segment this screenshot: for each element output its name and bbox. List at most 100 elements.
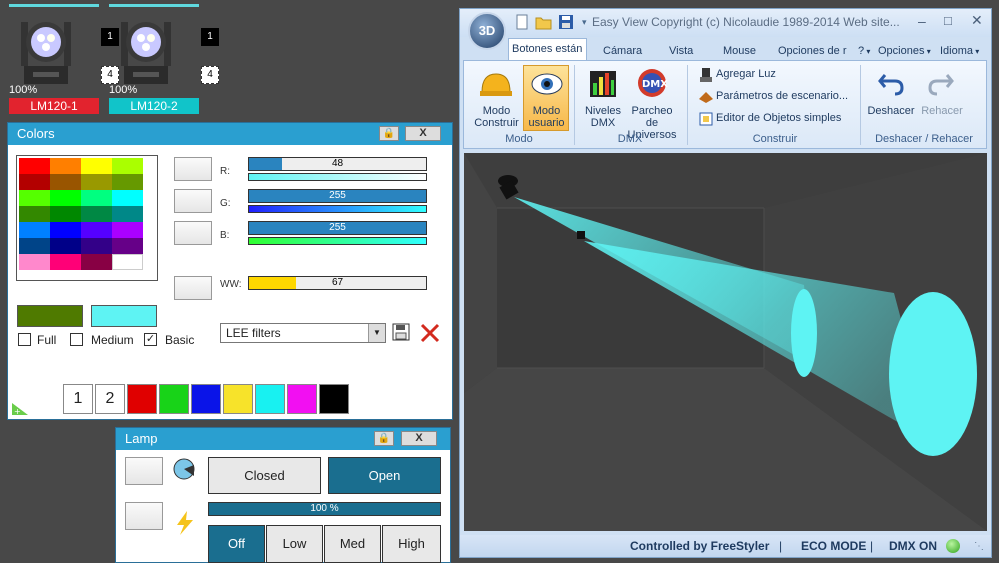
quick-color-green[interactable] — [159, 384, 189, 414]
green-slider[interactable]: 255 — [248, 189, 427, 203]
tab-vista[interactable]: Vista — [669, 41, 693, 61]
level-off-button[interactable]: Off — [208, 525, 265, 563]
help-menu[interactable]: ? ▾ — [858, 41, 870, 61]
tab-mouse[interactable]: Mouse — [723, 41, 756, 61]
rehacer-button[interactable]: Rehacer — [917, 105, 967, 117]
palette-cell[interactable] — [19, 254, 50, 270]
palette-cell[interactable] — [50, 158, 81, 174]
fixture-lm120-1[interactable]: 100% 1 4 LM120-1 — [9, 4, 119, 116]
palette-cell[interactable] — [19, 238, 50, 254]
palette-cell[interactable] — [50, 254, 81, 270]
parametros-escenario-button[interactable]: Parámetros de escenario... — [716, 90, 848, 102]
palette-cell[interactable] — [112, 190, 143, 206]
lock-icon[interactable]: 🔒 — [379, 126, 399, 141]
minimize-button[interactable]: – — [918, 13, 926, 29]
blue-slider[interactable]: 255 — [248, 221, 427, 235]
palette-page-1[interactable]: 1 — [63, 384, 93, 414]
green-channel-button[interactable] — [174, 189, 212, 213]
palette-page-2[interactable]: 2 — [95, 384, 125, 414]
ww-slider[interactable]: 67 — [248, 276, 427, 290]
quick-access-chevron-icon[interactable]: ▾ — [582, 17, 587, 28]
red-channel-button[interactable] — [174, 157, 212, 181]
filter-select[interactable]: LEE filters ▼ — [220, 323, 386, 343]
options-menu[interactable]: Opciones ▾ — [878, 41, 931, 61]
palette-cell[interactable] — [112, 238, 143, 254]
modo-usuario-button[interactable]: Modo usuario — [525, 105, 568, 129]
blue-channel-button[interactable] — [174, 221, 212, 245]
close-button[interactable]: X — [405, 126, 441, 141]
save-icon[interactable] — [392, 323, 410, 341]
palette-cell[interactable] — [19, 206, 50, 222]
shutter-open-button[interactable]: Open — [328, 457, 441, 494]
quick-color-yellow[interactable] — [223, 384, 253, 414]
palette-cell[interactable] — [81, 254, 112, 270]
palette-cell[interactable] — [81, 158, 112, 174]
editor-objetos-button[interactable]: Editor de Objetos simples — [716, 112, 841, 124]
palette-cell[interactable] — [112, 206, 143, 222]
deshacer-button[interactable]: Deshacer — [865, 105, 917, 117]
palette-cell[interactable] — [112, 222, 143, 238]
tab-botones[interactable]: Botones están — [508, 38, 587, 60]
palette-cell[interactable] — [19, 174, 50, 190]
quick-color-black[interactable] — [319, 384, 349, 414]
palette-cell[interactable] — [19, 190, 50, 206]
tab-camara[interactable]: Cámara — [603, 41, 642, 61]
palette-cell[interactable] — [81, 174, 112, 190]
palette-cell[interactable] — [112, 158, 143, 174]
dimmer-bar[interactable]: 100 % — [208, 502, 441, 516]
add-color-icon[interactable]: + — [10, 399, 30, 417]
chevron-down-icon[interactable]: ▼ — [368, 324, 385, 342]
agregar-luz-button[interactable]: Agregar Luz — [716, 68, 776, 80]
level-low-button[interactable]: Low — [266, 525, 323, 563]
beam-spot — [791, 289, 817, 377]
quick-color-red[interactable] — [127, 384, 157, 414]
fixture-lm120-2[interactable]: 100% 1 4 LM120-2 — [109, 4, 219, 116]
level-high-button[interactable]: High — [382, 525, 441, 563]
palette-cell[interactable] — [19, 222, 50, 238]
palette-cell[interactable] — [81, 190, 112, 206]
modo-construir-button[interactable]: Modo Construir — [474, 105, 519, 129]
niveles-dmx-button[interactable]: Niveles DMX — [578, 105, 628, 129]
palette-cell[interactable] — [50, 222, 81, 238]
close-window-button[interactable]: ✕ — [971, 12, 983, 29]
palette-cell[interactable] — [112, 254, 143, 270]
palette-cell[interactable] — [50, 174, 81, 190]
palette-cell[interactable] — [50, 206, 81, 222]
save-icon[interactable] — [558, 14, 574, 30]
lock-icon[interactable]: 🔒 — [374, 431, 394, 446]
shutter-closed-button[interactable]: Closed — [208, 457, 321, 494]
maximize-button[interactable]: □ — [944, 13, 952, 28]
fixture-selection-line — [9, 4, 99, 7]
palette-cell[interactable] — [50, 190, 81, 206]
palette-cell[interactable] — [50, 238, 81, 254]
palette-cell[interactable] — [112, 174, 143, 190]
resize-grip-icon[interactable]: ⋱ — [974, 541, 984, 552]
quick-color-cyan[interactable] — [255, 384, 285, 414]
fixture-model-icon[interactable] — [577, 231, 585, 239]
level-med-button[interactable]: Med — [324, 525, 381, 563]
palette-cell[interactable] — [81, 222, 112, 238]
palette-cell[interactable] — [81, 206, 112, 222]
close-button[interactable]: X — [401, 431, 437, 446]
ww-channel-button[interactable] — [174, 276, 212, 300]
3d-viewport[interactable] — [464, 153, 987, 531]
delete-icon[interactable] — [419, 322, 441, 344]
open-folder-icon[interactable] — [535, 14, 552, 30]
medium-checkbox[interactable] — [70, 333, 83, 346]
app-logo-button[interactable]: 3D — [468, 12, 506, 50]
dimmer-channel-button[interactable] — [125, 502, 163, 530]
red-slider[interactable]: 48 — [248, 157, 427, 171]
tab-opciones-render[interactable]: Opciones de r — [778, 41, 850, 61]
quick-color-magenta[interactable] — [287, 384, 317, 414]
palette-cell[interactable] — [19, 158, 50, 174]
new-file-icon[interactable] — [514, 14, 530, 30]
lamp-panel-titlebar: Lamp 🔒 X — [116, 428, 450, 450]
shutter-channel-button[interactable] — [125, 457, 163, 485]
basic-checkbox[interactable]: ✓ — [144, 333, 157, 346]
quick-color-blue[interactable] — [191, 384, 221, 414]
full-checkbox[interactable] — [18, 333, 31, 346]
language-menu[interactable]: Idioma ▾ — [940, 41, 979, 61]
palette-cell[interactable] — [81, 238, 112, 254]
status-dmx: DMX ON — [889, 539, 937, 553]
ww-value: 67 — [331, 277, 344, 288]
